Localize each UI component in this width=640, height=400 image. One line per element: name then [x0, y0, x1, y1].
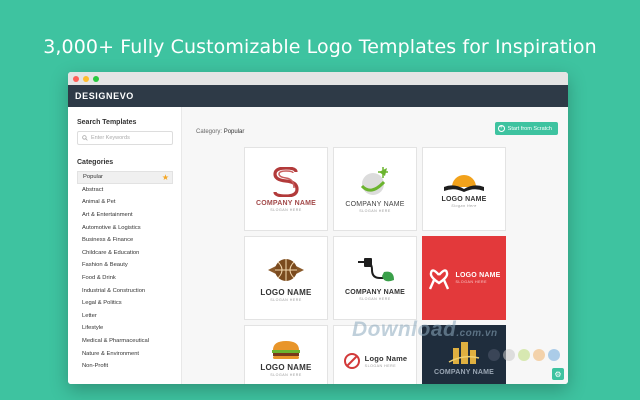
logo-slogan: SLOGAN HERE — [364, 364, 397, 368]
logo-name: LOGO NAME — [260, 287, 312, 297]
minimize-window-button[interactable] — [83, 75, 89, 82]
eco-plug-logo-icon — [358, 257, 394, 281]
category-item[interactable]: Legal & Politics — [77, 297, 173, 310]
logo-name: LOGO NAME — [441, 195, 487, 203]
category-item[interactable]: Business & Finance — [77, 234, 173, 247]
categories-title: Categories — [77, 159, 114, 166]
no-sign-logo-icon — [343, 353, 360, 369]
burger-logo-icon — [272, 341, 300, 359]
sidebar: Search Templates Enter Keywords Categori… — [68, 107, 182, 384]
app-header: DESIGNEVO — [68, 85, 568, 107]
s-ribbon-logo-icon — [273, 166, 299, 197]
template-gallery: Category: Popular + Start from Scratch C… — [182, 107, 568, 384]
sunrise-book-logo-icon — [444, 174, 484, 192]
maximize-window-button[interactable] — [93, 75, 99, 82]
logo-slogan: SLOGAN HERE — [270, 373, 302, 377]
category-item[interactable]: Art & Entertainment — [77, 209, 173, 222]
category-item[interactable]: Childcare & Education — [77, 247, 173, 260]
template-card[interactable]: LOGO NAME SLOGAN HERE — [244, 236, 328, 320]
window-titlebar — [68, 72, 568, 85]
template-grid: COMPANY NAME SLOGAN HERE COMPANY NAME SL… — [244, 147, 506, 384]
logo-slogan: SLOGAN HERE — [455, 280, 487, 284]
logo-name: Logo Name — [364, 354, 408, 363]
start-from-scratch-button[interactable]: + Start from Scratch — [494, 122, 558, 135]
logo-slogan: SLOGAN HERE — [359, 208, 391, 213]
logo-slogan: SLOGAN HERE — [270, 207, 302, 212]
heart-ribbon-logo-icon — [428, 269, 449, 290]
template-card[interactable]: LOGO NAME Slogan Here — [422, 147, 506, 231]
category-item[interactable]: Food & Drink — [77, 272, 173, 285]
category-item[interactable]: Fashion & Beauty — [77, 259, 173, 272]
category-list: Popular ★ Abstract Animal & Pet Art & En… — [77, 171, 173, 373]
logo-name: LOGO NAME — [260, 363, 312, 372]
search-input[interactable]: Enter Keywords — [77, 131, 173, 145]
logo-slogan: Slogan Here — [451, 203, 477, 208]
golf-ball-logo-icon — [360, 166, 388, 195]
template-card[interactable]: COMPANY NAME SLOGAN HERE — [244, 147, 328, 231]
category-item[interactable]: Industrial & Construction — [77, 284, 173, 297]
plus-icon: + — [497, 125, 505, 132]
search-title: Search Templates — [77, 119, 137, 126]
logo-name: LOGO NAME — [455, 272, 501, 279]
brand-logo[interactable]: DESIGNEVO — [75, 91, 134, 101]
category-item-popular[interactable]: Popular ★ — [77, 171, 173, 184]
category-item[interactable]: Nature & Environment — [77, 347, 173, 360]
logo-slogan: SLOGAN HERE — [270, 297, 302, 302]
logo-name: COMPANY NAME — [433, 369, 495, 376]
logo-slogan: SLOGAN HERE — [359, 296, 391, 301]
buildings-logo-icon — [448, 342, 480, 364]
template-card[interactable]: LOGO NAME SLOGAN HERE — [244, 325, 328, 384]
template-card[interactable]: COMPANY NAME SLOGAN HERE — [333, 147, 417, 231]
category-item[interactable]: Automotive & Logistics — [77, 221, 173, 234]
category-item[interactable]: Animal & Pet — [77, 196, 173, 209]
category-item[interactable]: Letter — [77, 310, 173, 323]
star-icon: ★ — [161, 173, 169, 182]
logo-name: COMPANY NAME — [255, 199, 317, 207]
watermark-dots — [488, 349, 560, 361]
watermark-logo: Download.com.vn — [352, 318, 498, 341]
category-item[interactable]: Medical & Pharmaceutical — [77, 335, 173, 348]
category-item[interactable]: Lifestyle — [77, 322, 173, 335]
category-breadcrumb: Category: Popular — [196, 129, 245, 135]
current-category: Popular — [223, 129, 245, 135]
basketball-logo-icon — [268, 258, 304, 281]
search-placeholder: Enter Keywords — [91, 135, 130, 141]
category-item[interactable]: Non-Profit — [77, 360, 173, 373]
search-icon — [82, 135, 88, 141]
logo-name: COMPANY NAME — [345, 200, 405, 208]
close-window-button[interactable] — [73, 75, 79, 82]
settings-gear-icon[interactable]: ⚙ — [552, 368, 564, 380]
page-headline: 3,000+ Fully Customizable Logo Templates… — [43, 36, 597, 58]
category-item[interactable]: Abstract — [77, 184, 173, 197]
logo-name: COMPANY NAME — [344, 288, 406, 296]
template-card[interactable]: LOGO NAME SLOGAN HERE — [422, 236, 506, 320]
template-card[interactable]: COMPANY NAME SLOGAN HERE — [333, 236, 417, 320]
